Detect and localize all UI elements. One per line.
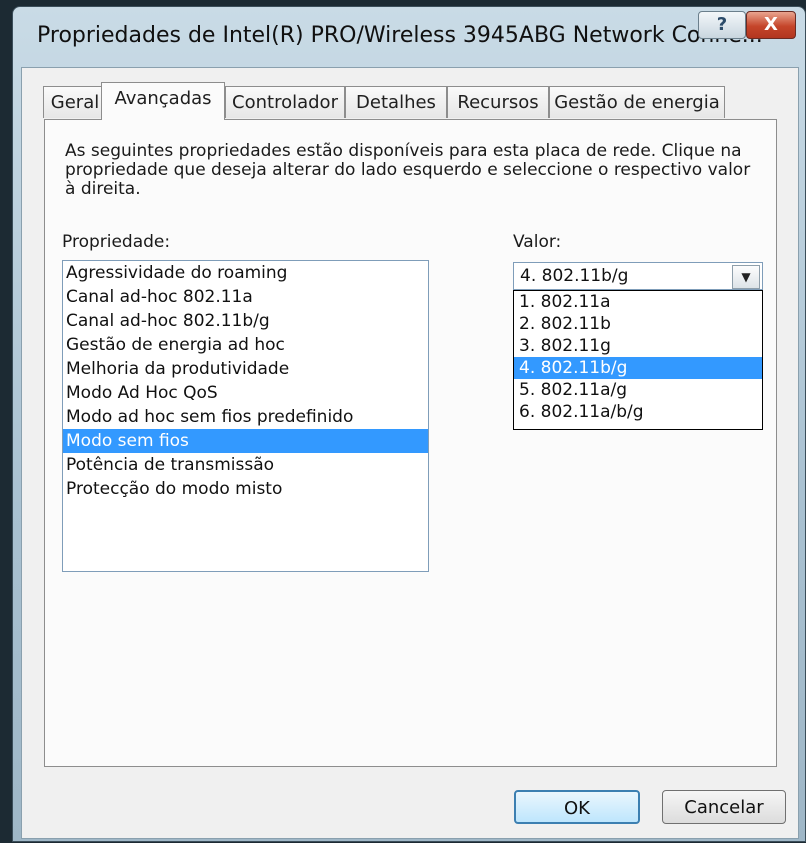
value-option[interactable]: 3. 802.11g bbox=[514, 335, 762, 357]
tab-detalhes[interactable]: Detalhes bbox=[345, 86, 447, 118]
property-listbox[interactable]: Agressividade do roaming Canal ad-hoc 80… bbox=[62, 260, 429, 572]
tab-controlador[interactable]: Controlador bbox=[225, 86, 345, 118]
property-item[interactable]: Potência de transmissão bbox=[63, 453, 428, 477]
value-option[interactable]: 5. 802.11a/g bbox=[514, 379, 762, 401]
property-item[interactable]: Modo ad hoc sem fios predefinido bbox=[63, 405, 428, 429]
value-current: 4. 802.11b/g bbox=[520, 266, 629, 286]
tab-gestao-de-energia[interactable]: Gestão de energia bbox=[549, 86, 725, 118]
value-label: Valor: bbox=[513, 232, 562, 252]
value-option-selected[interactable]: 4. 802.11b/g bbox=[514, 357, 762, 379]
close-button[interactable]: X bbox=[746, 11, 796, 39]
property-label: Propriedade: bbox=[62, 232, 171, 252]
description-text: As seguintes propriedades estão disponív… bbox=[65, 141, 751, 199]
title-bar[interactable]: Propriedades de Intel(R) PRO/Wireless 39… bbox=[13, 7, 805, 67]
property-item-selected[interactable]: Modo sem fios bbox=[63, 429, 428, 453]
window-title: Propriedades de Intel(R) PRO/Wireless 39… bbox=[37, 23, 763, 48]
value-option[interactable]: 2. 802.11b bbox=[514, 313, 762, 335]
value-option[interactable]: 6. 802.11a/b/g bbox=[514, 401, 762, 423]
chevron-down-icon[interactable]: ▼ bbox=[732, 265, 760, 289]
tab-recursos[interactable]: Recursos bbox=[447, 86, 549, 118]
advanced-tab-panel: As seguintes propriedades estão disponív… bbox=[44, 119, 777, 767]
value-dropdown-list[interactable]: 1. 802.11a 2. 802.11b 3. 802.11g 4. 802.… bbox=[513, 290, 763, 430]
ok-button[interactable]: OK bbox=[514, 790, 640, 824]
dialog-client-area: Geral Avançadas Controlador Detalhes Rec… bbox=[21, 67, 799, 839]
cancel-button[interactable]: Cancelar bbox=[662, 790, 786, 824]
property-item[interactable]: Gestão de energia ad hoc bbox=[63, 333, 428, 357]
value-option[interactable]: 1. 802.11a bbox=[514, 291, 762, 313]
value-combobox[interactable]: 4. 802.11b/g ▼ bbox=[513, 262, 763, 290]
tab-avancadas[interactable]: Avançadas bbox=[101, 82, 225, 120]
property-item[interactable]: Canal ad-hoc 802.11a bbox=[63, 285, 428, 309]
help-button[interactable]: ? bbox=[698, 11, 746, 39]
property-item[interactable]: Canal ad-hoc 802.11b/g bbox=[63, 309, 428, 333]
property-item[interactable]: Agressividade do roaming bbox=[63, 261, 428, 285]
property-item[interactable]: Modo Ad Hoc QoS bbox=[63, 381, 428, 405]
property-item[interactable]: Protecção do modo misto bbox=[63, 477, 428, 501]
property-item[interactable]: Melhoria da produtividade bbox=[63, 357, 428, 381]
tab-geral[interactable]: Geral bbox=[43, 86, 107, 118]
properties-dialog: Propriedades de Intel(R) PRO/Wireless 39… bbox=[12, 6, 806, 842]
